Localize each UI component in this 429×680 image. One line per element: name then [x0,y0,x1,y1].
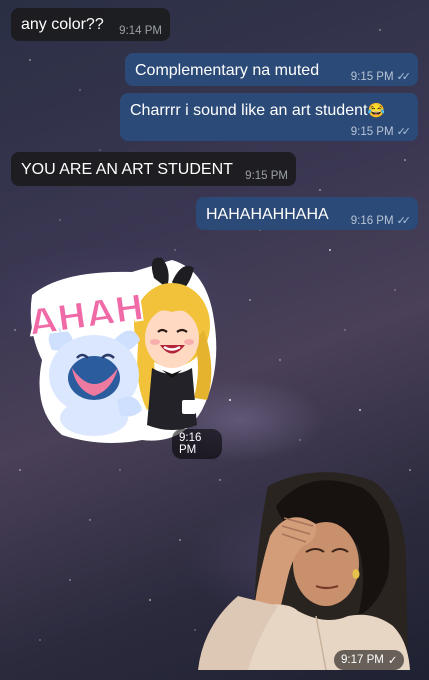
message-outgoing[interactable]: Complementary na muted 9:15 PM ✓✓ [125,53,418,86]
laughing-emoji: 😂 [367,102,385,118]
message-text: any color?? [21,16,104,33]
message-time: 9:15 PM ✓✓ [351,70,412,84]
message-text: Charrrr i sound like an art student😂 [130,102,385,119]
message-time: 9:16 PM ✓✓ [351,214,412,228]
double-check-icon: ✓✓ [396,215,412,227]
laughing-sticker[interactable]: AHAH 9:16 PM [22,250,222,459]
message-incoming[interactable]: YOU ARE AN ART STUDENT 9:15 PM [11,152,296,186]
message-text: YOU ARE AN ART STUDENT [21,161,233,178]
message-time: 9:15 PM [245,170,288,182]
photo-sticker[interactable]: 9:17 PM ✓ [198,466,410,670]
message-outgoing[interactable]: HAHAHAHHAHA 9:16 PM ✓✓ [196,197,418,230]
message-outgoing[interactable]: Charrrr i sound like an art student😂 9:1… [120,93,418,141]
message-time: 9:14 PM [119,25,162,37]
message-time: 9:15 PM ✓✓ [351,125,412,139]
message-incoming[interactable]: any color?? 9:14 PM [11,8,170,41]
double-check-icon: ✓✓ [396,126,412,138]
double-check-icon: ✓✓ [396,71,412,83]
sticker-time: 9:16 PM [172,429,222,459]
message-text: HAHAHAHHAHA [206,206,329,223]
sticker-illustration: AHAH [26,257,217,444]
photo-time: 9:17 PM ✓ [334,650,405,670]
message-text: Complementary na muted [135,62,320,79]
check-icon: ✓ [387,655,398,667]
photo-woman-thinking [198,472,410,670]
